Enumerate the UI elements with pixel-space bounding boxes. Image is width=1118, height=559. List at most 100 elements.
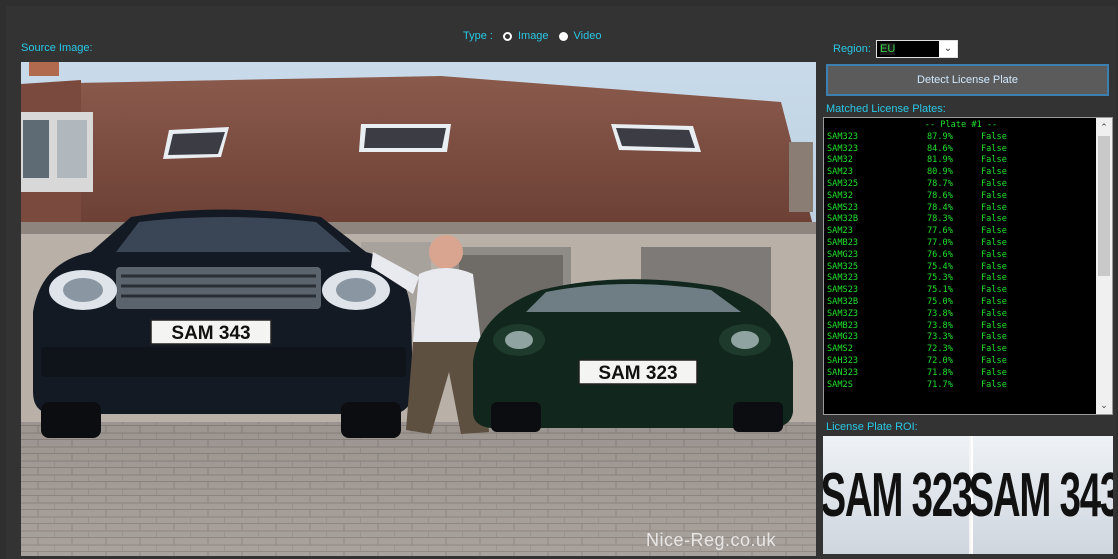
- plate-match: False: [981, 355, 1007, 366]
- plate-match: False: [981, 226, 1007, 237]
- photo-watermark: Nice-Reg.co.uk: [646, 530, 777, 550]
- plate-text: SAM3Z3: [827, 308, 859, 319]
- plate-match: False: [981, 190, 1007, 201]
- plate-confidence: 80.9%: [927, 167, 953, 178]
- plate-row: SAMS23 78.4% False: [827, 203, 1095, 215]
- plate-text: SAMG23: [827, 332, 859, 343]
- plate-confidence: 77.6%: [927, 226, 953, 237]
- source-image: SAM 343 SAM 323: [21, 62, 816, 556]
- plate-confidence: 78.3%: [927, 214, 953, 225]
- plate-confidence: 78.6%: [927, 190, 953, 201]
- plate-row: SAM32B 78.3% False: [827, 214, 1095, 226]
- plate-match: False: [981, 332, 1007, 343]
- license-plate-roi: SAM 323 SAM 343: [823, 436, 1113, 554]
- right-car-plate: SAM 323: [598, 363, 677, 384]
- scroll-down-icon[interactable]: ⌄: [1096, 398, 1112, 412]
- matched-plates-label: Matched License Plates:: [826, 103, 946, 115]
- plates-scrollbar[interactable]: ⌃ ⌄: [1096, 118, 1112, 414]
- plate-match: False: [981, 273, 1007, 284]
- plate-confidence: 78.4%: [927, 202, 953, 213]
- radio-video-label: Video: [573, 30, 602, 42]
- plate-confidence: 72.0%: [927, 355, 953, 366]
- source-photo-drawing: SAM 343 SAM 323: [21, 62, 816, 556]
- plate-row: SAMG23 76.6% False: [827, 250, 1095, 262]
- plate-match: False: [981, 167, 1007, 178]
- plate-row: SAMG23 73.3% False: [827, 332, 1095, 344]
- matched-plates-list[interactable]: -- Plate #1 -- SAM323 87.9% False SAM323 84.…: [823, 117, 1113, 415]
- plate-text: SAMB23: [827, 237, 859, 248]
- plate-match: False: [981, 155, 1007, 166]
- plate-text: SAM23: [827, 226, 853, 237]
- plate-confidence: 73.3%: [927, 332, 953, 343]
- plate-confidence: 75.0%: [927, 296, 953, 307]
- plate-text: SAM23: [827, 167, 853, 178]
- plate-confidence: 75.1%: [927, 285, 953, 296]
- plate-confidence: 73.8%: [927, 308, 953, 319]
- plate-text: SAM32B: [827, 214, 859, 225]
- plate-confidence: 77.0%: [927, 237, 953, 248]
- scroll-thumb[interactable]: [1098, 136, 1110, 276]
- plate-row: SAM325 75.4% False: [827, 262, 1095, 274]
- plate-confidence: 71.8%: [927, 367, 953, 378]
- plate-match: False: [981, 214, 1007, 225]
- plate-text: SAN323: [827, 367, 859, 378]
- plate-text: SAM32B: [827, 296, 859, 307]
- plate-confidence: 75.3%: [927, 273, 953, 284]
- plate-text: SAM323: [827, 273, 859, 284]
- plate-confidence: 76.6%: [927, 249, 953, 260]
- chevron-down-icon[interactable]: ⌄: [939, 41, 957, 57]
- plate-row: SAM32 78.6% False: [827, 191, 1095, 203]
- radio-video[interactable]: Video: [558, 30, 602, 42]
- radio-image[interactable]: Image: [502, 30, 549, 42]
- plate-match: False: [981, 261, 1007, 272]
- plate-match: False: [981, 320, 1007, 331]
- plate-match: False: [981, 178, 1007, 189]
- plate-text: SAH323: [827, 355, 859, 366]
- plate-row: SAMB23 77.0% False: [827, 238, 1095, 250]
- plate-row: SAM23 80.9% False: [827, 167, 1095, 179]
- plate-confidence: 84.6%: [927, 143, 953, 154]
- plate-row: SAH323 72.0% False: [827, 356, 1095, 368]
- roi-label: License Plate ROI:: [826, 421, 918, 433]
- plate-confidence: 71.7%: [927, 379, 953, 390]
- plate-text: SAMB23: [827, 320, 859, 331]
- plate-row: SAM32 81.9% False: [827, 155, 1095, 167]
- plate-row: SAM323 87.9% False: [827, 132, 1095, 144]
- plate-text: SAM323: [827, 143, 859, 154]
- plate-text: SAMS23: [827, 285, 859, 296]
- type-label: Type :: [463, 30, 493, 42]
- plate-confidence: 87.9%: [927, 131, 953, 142]
- plate-text: SAMS23: [827, 202, 859, 213]
- plate-row: SAM23 77.6% False: [827, 226, 1095, 238]
- plate-row: SAMB23 73.8% False: [827, 321, 1095, 333]
- plate-match: False: [981, 202, 1007, 213]
- plate-text: SAM323: [827, 131, 859, 142]
- scroll-up-icon[interactable]: ⌃: [1096, 120, 1112, 134]
- plate-confidence: 72.3%: [927, 344, 953, 355]
- plate-match: False: [981, 249, 1007, 260]
- plates-text: -- Plate #1 -- SAM323 87.9% False SAM323 84.…: [827, 120, 1095, 391]
- roi-plate: SAM 343: [968, 436, 1113, 554]
- plate-text: SAM2S: [827, 379, 853, 390]
- roi-plate: SAM 323: [823, 436, 973, 554]
- plate-match: False: [981, 285, 1007, 296]
- left-car-plate: SAM 343: [171, 323, 250, 344]
- plate-confidence: 75.4%: [927, 261, 953, 272]
- plate-row: SAM2S 71.7% False: [827, 380, 1095, 392]
- plate-text: SAMG23: [827, 249, 859, 260]
- region-select[interactable]: EU ⌄: [876, 40, 958, 58]
- detect-license-plate-button[interactable]: Detect License Plate: [826, 64, 1109, 96]
- plate-row: SAM3Z3 73.8% False: [827, 309, 1095, 321]
- plate-match: False: [981, 367, 1007, 378]
- region-label: Region:: [833, 43, 871, 55]
- plate-row: SAM323 84.6% False: [827, 144, 1095, 156]
- plate-text: SAM325: [827, 178, 859, 189]
- region-value-box: EU: [877, 41, 939, 57]
- plate-match: False: [981, 131, 1007, 142]
- plates-header: -- Plate #1 --: [924, 120, 998, 130]
- plate-row: SAN323 71.8% False: [827, 368, 1095, 380]
- plate-confidence: 78.7%: [927, 178, 953, 189]
- plate-match: False: [981, 379, 1007, 390]
- plate-text: SAMS2: [827, 344, 853, 355]
- plate-match: False: [981, 237, 1007, 248]
